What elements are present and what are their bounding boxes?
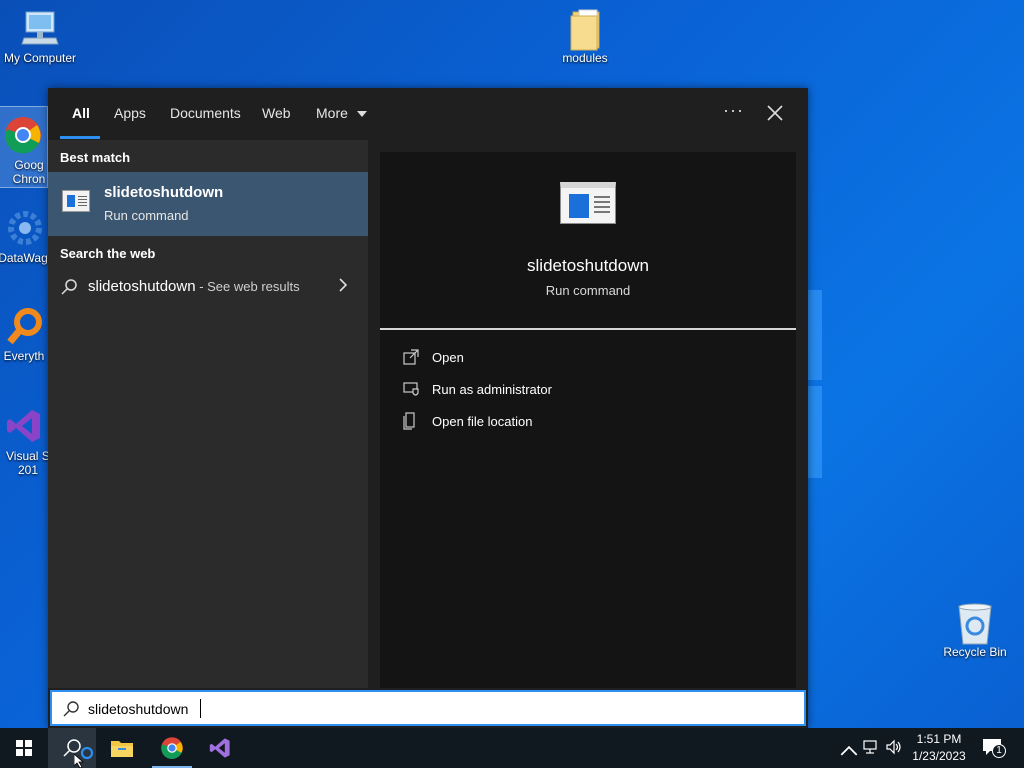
best-match-result[interactable]: slidetoshutdown Run command: [48, 172, 368, 236]
folder-icon: [565, 8, 605, 51]
search-web-heading: Search the web: [60, 246, 156, 261]
tab-documents[interactable]: Documents: [170, 105, 241, 125]
action-center-button[interactable]: 1: [982, 738, 1006, 758]
taskbar-file-explorer[interactable]: [98, 728, 146, 768]
desktop-icon-datawag[interactable]: DataWag: [0, 208, 48, 265]
recycle-bin-icon: [955, 602, 995, 645]
taskbar-chrome[interactable]: [148, 728, 196, 768]
best-match-name: slidetoshutdown: [104, 184, 224, 201]
action-open[interactable]: Open: [402, 346, 702, 370]
desktop-icon-label: modules: [562, 51, 608, 65]
text-caret: [200, 699, 201, 718]
preview-pane: slidetoshutdown Run command Open Run as …: [380, 152, 796, 688]
divider: [380, 328, 796, 330]
tab-apps[interactable]: Apps: [114, 105, 146, 125]
volume-icon[interactable]: [885, 738, 903, 756]
preview-type: Run command: [545, 283, 631, 298]
clock-date: 1/23/2023: [912, 749, 966, 763]
desktop-icon-label: My Computer: [3, 51, 77, 65]
mouse-cursor-icon: [74, 754, 84, 768]
chevron-down-icon: [356, 111, 367, 118]
start-search-panel: All Apps Documents Web More ··· Best mat…: [48, 88, 808, 728]
desktop-icon-modules[interactable]: modules: [545, 8, 625, 65]
desktop-icon-label: Everyth: [3, 349, 45, 363]
show-hidden-icons-icon[interactable]: [840, 742, 858, 760]
search-icon: [63, 701, 79, 717]
more-options-button[interactable]: ···: [723, 100, 744, 121]
search-tabs: All Apps Documents Web More ···: [48, 88, 808, 140]
desktop-icon-my-computer[interactable]: My Computer: [0, 8, 80, 65]
wallpaper-light: [806, 290, 822, 380]
desktop-icon-visual-studio[interactable]: Visual St 201: [0, 406, 53, 477]
open-icon: [403, 349, 419, 365]
run-command-icon: [560, 182, 616, 224]
best-match-type: Run command: [104, 208, 189, 223]
clock[interactable]: 1:51 PM 1/23/2023: [906, 732, 972, 763]
close-button[interactable]: [764, 100, 786, 124]
wallpaper-light: [806, 386, 822, 478]
desktop-icon-chrome[interactable]: Goog Chron: [0, 106, 48, 188]
tab-more-label: More: [316, 105, 348, 121]
results-pane: Best match slidetoshutdown Run command S…: [48, 140, 368, 688]
web-result[interactable]: slidetoshutdown - See web results: [48, 274, 368, 302]
start-button[interactable]: [0, 728, 48, 768]
desktop-icon-recycle-bin[interactable]: Recycle Bin: [935, 602, 1015, 659]
computer-icon: [20, 8, 60, 48]
close-icon: [767, 105, 783, 121]
search-box[interactable]: [50, 690, 806, 726]
chrome-icon: [3, 115, 43, 155]
web-query-text: slidetoshutdown: [88, 278, 196, 295]
desktop-icon-label: Visual St 201: [6, 449, 53, 477]
start-icon: [16, 740, 32, 756]
everything-search-icon: [4, 306, 44, 346]
file-location-icon: [403, 412, 415, 430]
tab-more[interactable]: More: [316, 105, 367, 125]
chrome-icon: [161, 737, 183, 760]
datawag-icon: [3, 208, 43, 248]
desktop-icon-everything[interactable]: Everyth: [0, 306, 50, 363]
visual-studio-icon: [209, 738, 230, 758]
desktop-icon-label: DataWag: [0, 251, 48, 265]
action-run-as-administrator[interactable]: Run as administrator: [402, 378, 702, 402]
file-explorer-icon: [111, 741, 133, 757]
action-label: Run as administrator: [432, 382, 552, 397]
taskbar-visual-studio[interactable]: [196, 728, 244, 768]
taskbar-search-button[interactable]: [48, 728, 96, 768]
best-match-heading: Best match: [60, 150, 131, 165]
search-icon: [61, 279, 77, 295]
desktop-icon-label: Goog Chron: [12, 158, 46, 186]
run-command-icon: [62, 190, 90, 212]
action-label: Open file location: [432, 414, 533, 429]
tab-all[interactable]: All: [72, 105, 90, 125]
web-result-query: slidetoshutdown - See web results: [88, 278, 300, 295]
visual-studio-icon: [4, 406, 44, 446]
search-input[interactable]: [88, 698, 688, 720]
clock-time: 1:51 PM: [916, 732, 962, 746]
shield-icon: [403, 382, 419, 396]
web-result-suffix: - See web results: [195, 279, 300, 294]
desktop-icon-label: Recycle Bin: [943, 645, 1007, 659]
active-tab-indicator: [60, 136, 100, 139]
notification-badge: 1: [992, 744, 1006, 758]
tab-web[interactable]: Web: [262, 105, 291, 125]
action-open-file-location[interactable]: Open file location: [402, 410, 702, 434]
chevron-right-icon[interactable]: [336, 276, 350, 294]
network-icon[interactable]: [862, 738, 880, 756]
taskbar: 1:51 PM 1/23/2023 1: [0, 728, 1024, 768]
action-label: Open: [432, 350, 464, 365]
preview-name: slidetoshutdown: [527, 256, 649, 275]
